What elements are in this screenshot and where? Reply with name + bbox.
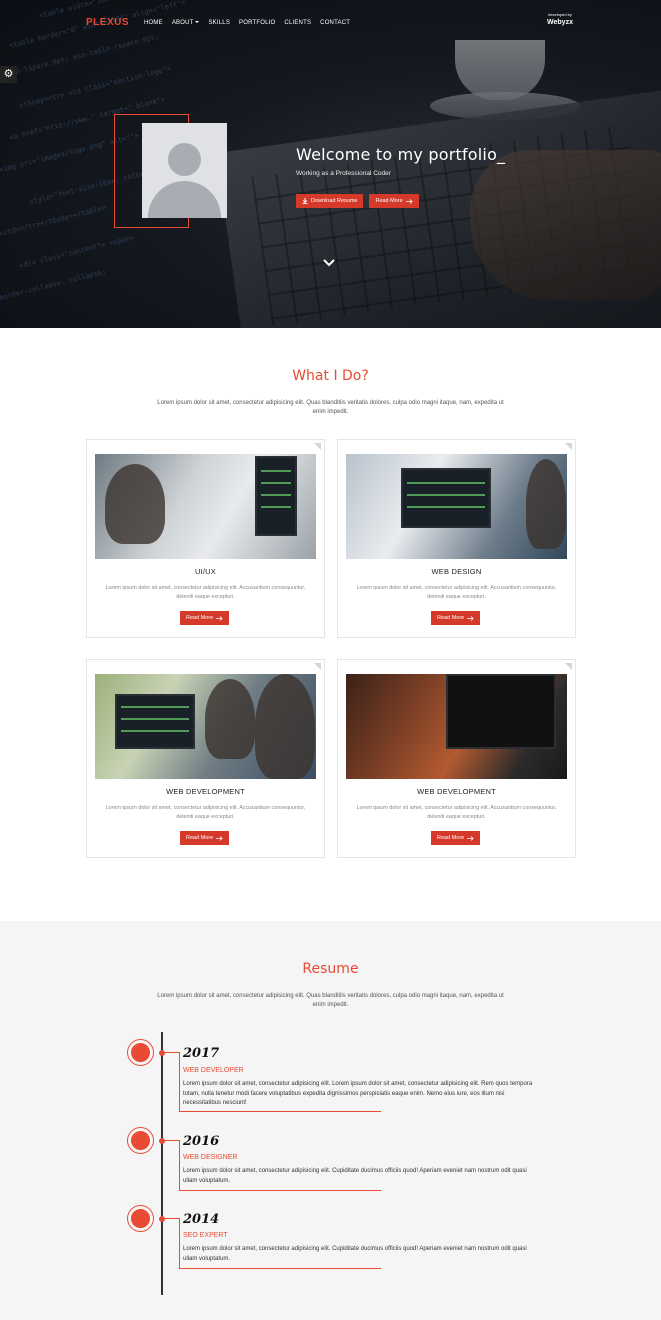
card-title: WEB DESIGN: [431, 567, 482, 576]
hero-buttons: Download Resume Read More: [296, 194, 419, 208]
entry-text: Lorem ipsum dolor sit amet, consectetur …: [183, 1246, 527, 1262]
timeline-marker: [128, 1206, 153, 1231]
top-nav: PLEXUS HOME ABOUT SKILLS PORTFOLIO CLIEN…: [86, 17, 350, 28]
entry-role: WEB DESIGNER: [183, 1154, 238, 1161]
service-image-web-development-2: [346, 674, 567, 779]
entry-text: Lorem ipsum dolor sit amet, consectetur …: [183, 1168, 527, 1184]
read-more-button[interactable]: Read More: [180, 831, 230, 845]
service-card-web-development: WEB DEVELOPMENT Lorem ipsum dolor sit am…: [86, 659, 325, 858]
user-icon: [168, 143, 201, 176]
arrow-right-icon: [467, 835, 474, 841]
nav-item-skills[interactable]: SKILLS: [208, 20, 230, 26]
download-icon: [302, 198, 308, 204]
hero-title: Welcome to my portfolio_: [296, 145, 506, 164]
arrow-right-icon: [405, 198, 413, 204]
hero-section: <table width="100%" style="border:1px"> …: [0, 0, 661, 328]
card-title: WEB DEVELOPMENT: [417, 787, 496, 796]
read-more-button[interactable]: Read More: [431, 831, 481, 845]
service-image-web-design: [346, 454, 567, 559]
hero-subtitle: Working as a Professional Coder: [296, 170, 391, 177]
nav-links: HOME ABOUT SKILLS PORTFOLIO CLIENTS CONT…: [144, 20, 350, 26]
card-title: UI/UX: [194, 567, 216, 576]
arrow-right-icon: [467, 615, 474, 621]
arrow-right-icon: [216, 835, 223, 841]
arrow-right-icon: [216, 615, 223, 621]
read-more-button[interactable]: Read More: [431, 611, 481, 625]
services-description: Lorem ipsum dolor sit amet, consectetur …: [157, 400, 504, 416]
card-description: Lorem ipsum dolor sit amet, consectetur …: [356, 585, 557, 601]
card-description: Lorem ipsum dolor sit amet, consectetur …: [105, 805, 306, 821]
service-card-web-design: WEB DESIGN Lorem ipsum dolor sit amet, c…: [337, 439, 576, 638]
settings-toggle[interactable]: ⚙: [0, 66, 17, 83]
service-card-uiux: UI/UX Lorem ipsum dolor sit amet, consec…: [86, 439, 325, 638]
developer-brand: Webyzx: [547, 19, 573, 26]
service-image-web-development: [95, 674, 316, 779]
download-resume-button[interactable]: Download Resume: [296, 194, 364, 208]
entry-year: 2016: [183, 1134, 220, 1149]
chevron-down-icon[interactable]: [323, 257, 335, 269]
developer-credit[interactable]: developed by Webyzx: [540, 12, 580, 26]
entry-year: 2017: [183, 1046, 220, 1061]
timeline-line: [161, 1032, 163, 1295]
nav-item-home[interactable]: HOME: [144, 20, 163, 26]
card-description: Lorem ipsum dolor sit amet, consectetur …: [105, 585, 306, 601]
service-card-web-development-2: WEB DEVELOPMENT Lorem ipsum dolor sit am…: [337, 659, 576, 858]
entry-role: WEB DEVELOPER: [183, 1067, 244, 1074]
card-title: WEB DEVELOPMENT: [166, 787, 245, 796]
site-logo[interactable]: PLEXUS: [86, 17, 144, 28]
nav-item-about[interactable]: ABOUT: [172, 20, 200, 26]
nav-item-clients[interactable]: CLIENTS: [284, 20, 311, 26]
read-more-button[interactable]: Read More: [180, 611, 230, 625]
hero-read-more-button[interactable]: Read More: [369, 194, 419, 208]
gear-icon: ⚙: [3, 68, 14, 80]
resume-description: Lorem ipsum dolor sit amet, consectetur …: [157, 993, 504, 1009]
nav-item-portfolio[interactable]: PORTFOLIO: [239, 20, 275, 26]
timeline-marker: [128, 1040, 153, 1065]
developed-by-label: developed by: [548, 12, 572, 17]
entry-role: SEO EXPERT: [183, 1232, 228, 1239]
entry-year: 2014: [183, 1212, 220, 1227]
caret-down-icon: [195, 20, 200, 23]
resume-title: Resume: [302, 961, 359, 977]
timeline-marker: [128, 1128, 153, 1153]
entry-text: Lorem ipsum dolor sit amet, consectetur …: [183, 1081, 533, 1107]
nav-item-contact[interactable]: CONTACT: [320, 20, 350, 26]
services-title: What I Do?: [292, 368, 369, 384]
profile-photo: [142, 123, 227, 218]
card-description: Lorem ipsum dolor sit amet, consectetur …: [356, 805, 557, 821]
service-image-uiux: [95, 454, 316, 559]
